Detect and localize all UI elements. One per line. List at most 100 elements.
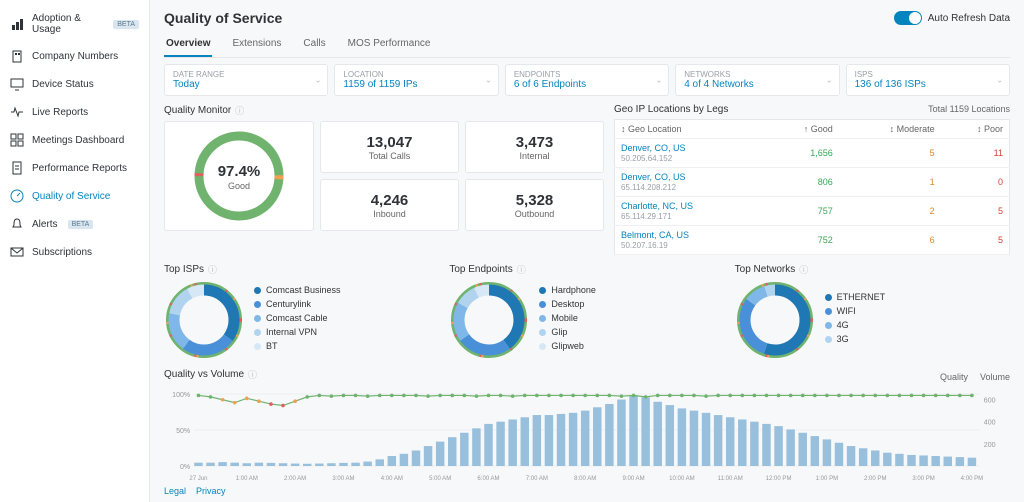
toggle-label: Auto Refresh Data [928, 13, 1010, 24]
privacy-link[interactable]: Privacy [196, 486, 226, 496]
filters-bar: DATE RANGEToday⌄LOCATION1159 of 1159 IPs… [164, 64, 1010, 96]
svg-text:1:00 AM: 1:00 AM [236, 476, 258, 482]
legal-link[interactable]: Legal [164, 486, 186, 496]
sidebar-item-adoption-usage[interactable]: Adoption & Usage BETA [0, 6, 149, 42]
svg-text:6:00 AM: 6:00 AM [477, 476, 499, 482]
stat-label: Total Calls [369, 151, 411, 161]
sidebar-item-label: Device Status [32, 79, 94, 90]
legend-item: 3G [825, 334, 886, 344]
svg-text:7:00 AM: 7:00 AM [526, 476, 548, 482]
filter-location[interactable]: LOCATION1159 of 1159 IPs⌄ [334, 64, 498, 96]
beta-badge: BETA [113, 20, 139, 29]
ring-row: Top ISPs ⓘ Comcast BusinessCenturylinkCo… [164, 263, 1010, 360]
legend-item: Internal VPN [254, 327, 341, 337]
sidebar-item-company-numbers[interactable]: Company Numbers [0, 42, 149, 70]
filter-networks[interactable]: NETWORKS4 of 4 Networks⌄ [675, 64, 839, 96]
legend-item: ETHERNET [825, 292, 886, 302]
ring-panel-top-networks: Top Networks ⓘ ETHERNETWIFI4G3G [735, 263, 1010, 360]
sidebar-item-label: Alerts [32, 219, 58, 230]
quality-ring-chart: 97.4% Good [189, 126, 289, 226]
legend-item: Mobile [539, 313, 596, 323]
info-icon: ⓘ [235, 104, 244, 117]
svg-text:3:00 PM: 3:00 PM [912, 476, 934, 482]
svg-text:12:00 PM: 12:00 PM [766, 476, 792, 482]
ring-panel-top-endpoints: Top Endpoints ⓘ HardphoneDesktopMobileGl… [449, 263, 724, 360]
chevron-down-icon: ⌄ [656, 76, 663, 85]
sidebar-item-performance-reports[interactable]: Performance Reports [0, 154, 149, 182]
sidebar-item-label: Live Reports [32, 107, 88, 118]
auto-refresh-toggle[interactable]: Auto Refresh Data [894, 11, 1010, 25]
col-moderate[interactable]: ↕ Moderate [839, 120, 941, 139]
sidebar-item-alerts[interactable]: AlertsBETA [0, 210, 149, 238]
filter-value: 6 of 6 Endpoints [514, 79, 660, 90]
sidebar-item-label: Meetings Dashboard [32, 135, 124, 146]
sidebar-item-label: Performance Reports [32, 163, 127, 174]
page-title: Quality of Service [164, 10, 282, 26]
geo-tbody: Denver, CO, US50.205.64.1521,656511Denve… [615, 139, 1010, 255]
stat-label: Inbound [373, 209, 406, 219]
sidebar: Adoption & Usage BETA Company Numbers Devic… [0, 0, 150, 502]
sidebar-item-subscriptions[interactable]: Subscriptions [0, 238, 149, 266]
legend-item: Desktop [539, 299, 596, 309]
sidebar-item-quality-of-service[interactable]: Quality of Service [0, 182, 149, 210]
sidebar-item-label: Subscriptions [32, 247, 92, 258]
legend-item: Centurylink [254, 299, 341, 309]
table-row[interactable]: Denver, CO, US50.205.64.1521,656511 [615, 139, 1010, 168]
donut-chart [449, 280, 529, 360]
svg-text:2:00 PM: 2:00 PM [864, 476, 886, 482]
sidebar-item-live-reports[interactable]: Live Reports [0, 98, 149, 126]
table-row[interactable]: Charlotte, NC, US65.114.29.17175725 [615, 197, 1010, 226]
tab-calls[interactable]: Calls [301, 32, 327, 57]
legend-item: Comcast Cable [254, 313, 341, 323]
table-row[interactable]: Belmont, CA, US50.207.16.1975265 [615, 226, 1010, 255]
filter-value: 1159 of 1159 IPs [343, 79, 489, 90]
svg-text:10:00 AM: 10:00 AM [669, 476, 695, 482]
filter-label: NETWORKS [684, 70, 830, 79]
legend-item: Comcast Business [254, 285, 341, 295]
info-icon: ⓘ [208, 263, 217, 276]
tab-mos-performance[interactable]: MOS Performance [346, 32, 433, 57]
sidebar-item-meetings-dashboard[interactable]: Meetings Dashboard [0, 126, 149, 154]
stat-number: 4,246 [371, 192, 409, 209]
qv-title: Quality vs Volume ⓘ [164, 368, 257, 381]
sidebar-item-label: Quality of Service [32, 191, 110, 202]
donut-chart [164, 280, 244, 360]
sidebar-item-label: Adoption & Usage [32, 13, 103, 35]
grid-icon [10, 133, 24, 147]
stat-label: Internal [519, 151, 549, 161]
stat-card-outbound: 5,328Outbound [465, 179, 604, 231]
svg-text:2:00 AM: 2:00 AM [284, 476, 306, 482]
col-location[interactable]: ↕ Geo Location [615, 120, 766, 139]
svg-text:3:00 AM: 3:00 AM [332, 476, 354, 482]
svg-text:400: 400 [984, 420, 996, 427]
qv-legend: Quality Volume [940, 372, 1010, 382]
doc-icon [10, 161, 24, 175]
bell-icon [10, 217, 24, 231]
legend-item: BT [254, 341, 341, 351]
tab-extensions[interactable]: Extensions [230, 32, 283, 57]
ring-title: Top Endpoints ⓘ [449, 263, 724, 276]
col-poor[interactable]: ↕ Poor [941, 120, 1010, 139]
legend-item: WIFI [825, 306, 886, 316]
geo-table: ↕ Geo Location ↑ Good ↕ Moderate ↕ Poor … [614, 119, 1010, 255]
col-good[interactable]: ↑ Good [765, 120, 838, 139]
filter-value: 4 of 4 Networks [684, 79, 830, 90]
sidebar-item-device-status[interactable]: Device Status [0, 70, 149, 98]
tabs: Overview Extensions Calls MOS Performance [164, 32, 1010, 58]
page-header: Quality of Service Auto Refresh Data [164, 10, 1010, 26]
legend-item: Glip [539, 327, 596, 337]
stat-number: 5,328 [516, 192, 554, 209]
filter-label: DATE RANGE [173, 70, 319, 79]
table-row[interactable]: Denver, CO, US65.114.208.21280610 [615, 168, 1010, 197]
svg-text:200: 200 [984, 442, 996, 449]
stat-number: 13,047 [367, 134, 413, 151]
info-icon: ⓘ [799, 263, 808, 276]
filter-isps[interactable]: ISPS136 of 136 ISPs⌄ [846, 64, 1010, 96]
mail-icon [10, 245, 24, 259]
quality-ring-card: 97.4% Good [164, 121, 314, 231]
svg-text:9:00 AM: 9:00 AM [622, 476, 644, 482]
filter-label: ENDPOINTS [514, 70, 660, 79]
filter-date-range[interactable]: DATE RANGEToday⌄ [164, 64, 328, 96]
filter-endpoints[interactable]: ENDPOINTS6 of 6 Endpoints⌄ [505, 64, 669, 96]
tab-overview[interactable]: Overview [164, 32, 212, 57]
